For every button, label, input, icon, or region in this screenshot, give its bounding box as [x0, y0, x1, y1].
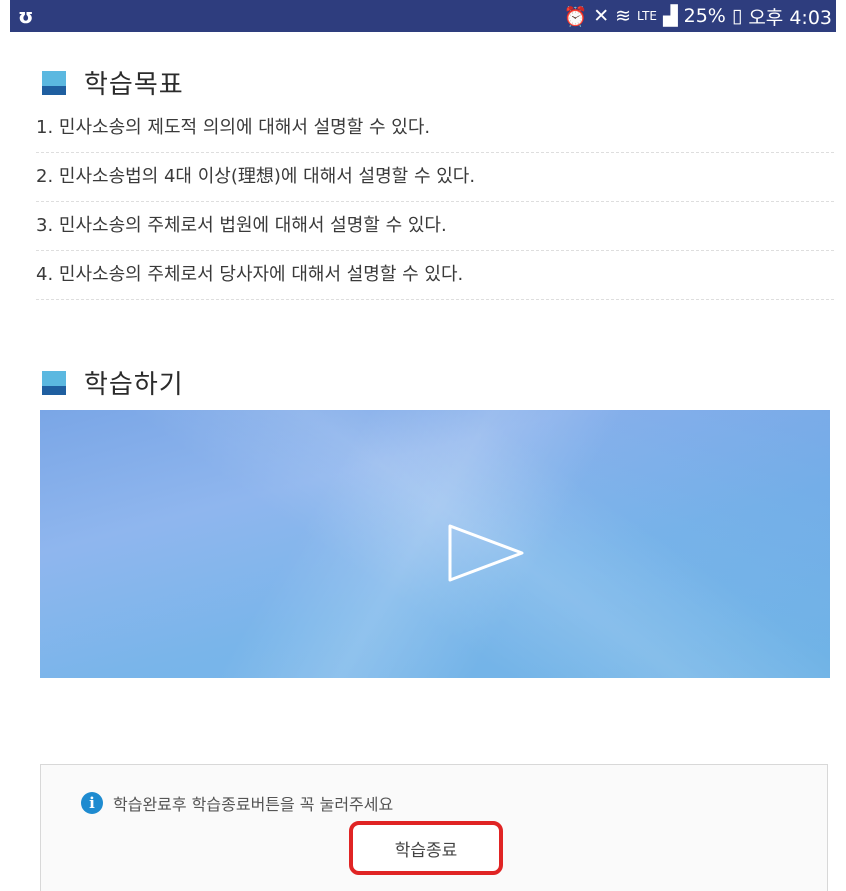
section-marker-icon — [42, 70, 66, 95]
goal-item: 3. 민사소송의 주체로서 법원에 대해서 설명할 수 있다. — [36, 202, 834, 251]
goals-list: 1. 민사소송의 제도적 의의에 대해서 설명할 수 있다. 2. 민사소송법의… — [36, 104, 834, 300]
clock: 오후 4:03 — [748, 6, 832, 29]
notice-row: i 학습완료후 학습종료버튼을 꼭 눌러주세요 — [81, 791, 393, 815]
notice-message: 학습완료후 학습종료버튼을 꼭 눌러주세요 — [113, 795, 394, 814]
video-player[interactable] — [40, 410, 830, 678]
battery-icon: ▯ — [731, 5, 743, 27]
study-section-title: 학습하기 — [84, 370, 184, 400]
info-icon: i — [81, 792, 103, 814]
goals-section-header: 학습목표 — [42, 64, 184, 101]
battery-level: 25% — [683, 5, 726, 27]
status-bar-right: ⏰ ✕ ≋ LTE ▟ 25% ▯ 오후 4:03 — [564, 3, 832, 30]
lte-icon: LTE — [637, 9, 657, 23]
alarm-icon: ⏰ — [563, 5, 588, 28]
study-section-header: 학습하기 — [42, 364, 184, 401]
completion-notice: i 학습완료후 학습종료버튼을 꼭 눌러주세요 학습종료 — [40, 764, 828, 891]
goal-item: 2. 민사소송법의 4대 이상(理想)에 대해서 설명할 수 있다. — [36, 153, 834, 202]
play-icon[interactable] — [446, 522, 526, 584]
signal-icon: ▟ — [663, 5, 678, 27]
goals-section-title: 학습목표 — [84, 70, 184, 100]
goal-item: 4. 민사소송의 주체로서 당사자에 대해서 설명할 수 있다. — [36, 251, 834, 300]
section-marker-icon — [42, 370, 66, 395]
goal-item: 1. 민사소송의 제도적 의의에 대해서 설명할 수 있다. — [36, 104, 834, 153]
wifi-icon: ≋ — [615, 5, 632, 27]
mute-icon: ✕ — [593, 5, 610, 27]
end-study-button[interactable]: 학습종료 — [349, 821, 503, 875]
status-bar: ʊ ⏰ ✕ ≋ LTE ▟ 25% ▯ 오후 4:03 — [10, 0, 836, 32]
app-notification-icon: ʊ — [18, 4, 34, 28]
